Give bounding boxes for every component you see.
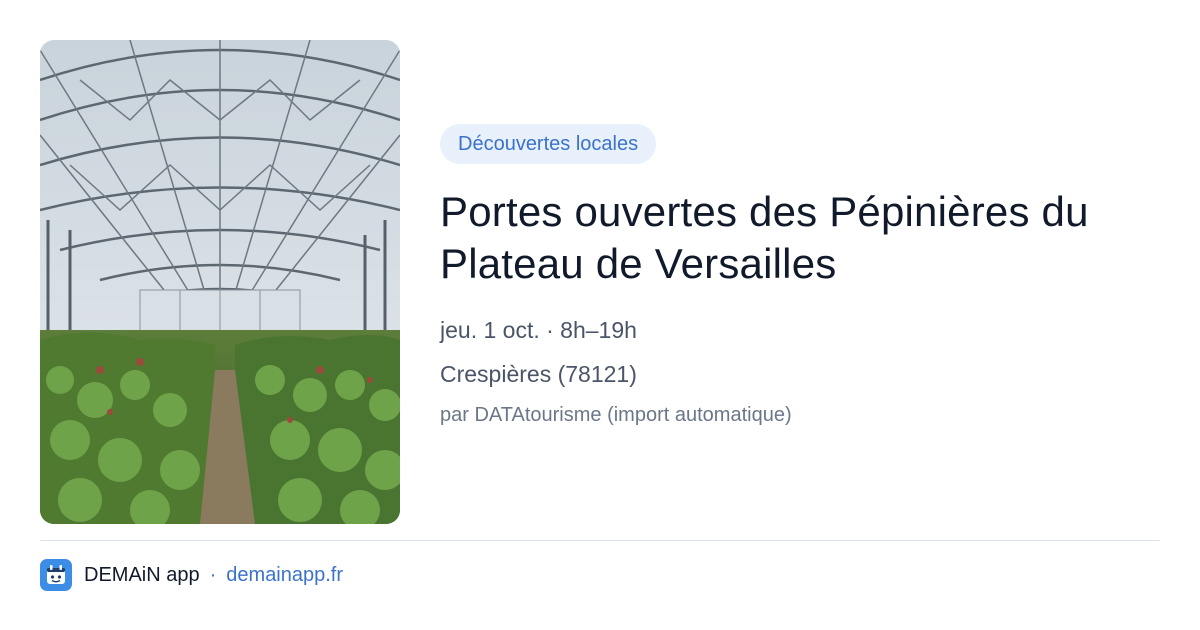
category-badge[interactable]: Découvertes locales (440, 124, 657, 164)
footer-separator: · (209, 563, 217, 586)
event-source: par DATAtourisme (import automatique) (440, 404, 792, 426)
event-photo (40, 40, 400, 524)
event-info: Découvertes locales Portes ouvertes des … (440, 124, 1160, 428)
footer: DEMAiN app · demainapp.fr (40, 558, 343, 592)
event-date: jeu. 1 oct. · 8h–19h (440, 317, 637, 343)
event-title[interactable]: Portes ouvertes des Pépinières du Platea… (440, 186, 1160, 290)
app-name: DEMAiN app (84, 563, 200, 586)
divider (40, 540, 1160, 541)
demain-logo-icon (40, 559, 72, 591)
site-link[interactable]: demainapp.fr (226, 564, 343, 587)
event-card[interactable]: Découvertes locales Portes ouvertes des … (40, 40, 1160, 524)
greenhouse-image (40, 40, 400, 524)
event-location: Crespières (78121) (440, 361, 637, 387)
